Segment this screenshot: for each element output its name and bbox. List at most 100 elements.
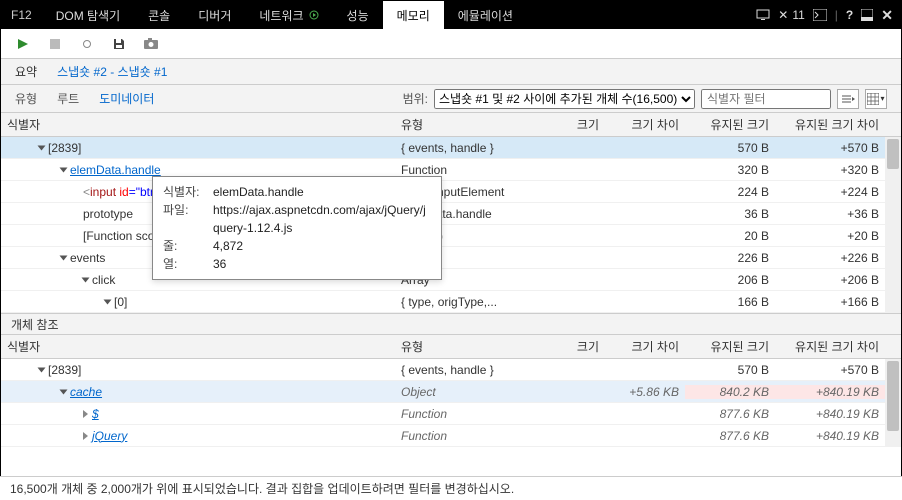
cell-retdiff: +840.19 KB: [775, 385, 885, 399]
table-row[interactable]: [0]{ type, origType,...166 B+166 B: [1, 291, 901, 313]
grid1-body: [2839]{ events, handle }570 B+570 BelemD…: [1, 137, 901, 313]
view-grid-button[interactable]: ▾: [865, 89, 887, 109]
row-label: [Function sco: [83, 229, 154, 243]
cell-type: Function: [395, 429, 535, 443]
root-label[interactable]: 루트: [57, 90, 79, 107]
tab-network[interactable]: 네트워크: [245, 1, 332, 29]
dock-icon[interactable]: [861, 9, 873, 21]
tab-dom-explorer[interactable]: DOM 탐색기: [42, 1, 134, 29]
col-sizediff-2[interactable]: 크기 차이: [605, 338, 685, 355]
view-bar: 유형 루트 도미네이터 범위: 스냅숏 #1 및 #2 사이에 추가된 개체 수…: [1, 85, 901, 113]
tab-performance[interactable]: 성능: [333, 1, 383, 29]
row-label: click: [92, 273, 115, 287]
play-button[interactable]: [15, 36, 31, 52]
cell-retdiff: +36 B: [775, 207, 885, 221]
breadcrumb-link[interactable]: 스냅숏 #2 - 스냅숏 #1: [57, 63, 167, 80]
table-row[interactable]: elemData.handleFunction320 B+320 B: [1, 159, 901, 181]
scrollbar-grid2[interactable]: [885, 359, 901, 447]
col-size[interactable]: 크기: [535, 116, 605, 133]
tt-v2: https://ajax.aspnetcdn.com/ajax/jQuery/j…: [213, 201, 431, 237]
f12-label: F12: [1, 1, 42, 29]
tt-k4: 열:: [163, 255, 213, 273]
devtools-tabs: DOM 탐색기 콘솔 디버거 네트워크 성능 메모리 에뮬레이션: [42, 1, 527, 29]
expand-icon[interactable]: [104, 299, 112, 304]
cell-retsize: 36 B: [685, 207, 775, 221]
col-retsize[interactable]: 유지된 크기: [685, 116, 775, 133]
tt-k3: 줄:: [163, 237, 213, 255]
tt-v3: 4,872: [213, 237, 431, 255]
col-type[interactable]: 유형: [395, 116, 535, 133]
cell-type: { type, origType,...: [395, 295, 535, 309]
table-row[interactable]: cacheObject+5.86 KB840.2 KB+840.19 KB: [1, 381, 901, 403]
table-row[interactable]: [Function sco(Scope)20 B+20 B: [1, 225, 901, 247]
memory-toolbar: [1, 29, 901, 59]
tt-v1: elemData.handle: [213, 183, 431, 201]
col-type-2[interactable]: 유형: [395, 338, 535, 355]
expand-icon[interactable]: [60, 255, 68, 260]
save-button[interactable]: [111, 36, 127, 52]
table-row[interactable]: clickArray206 B+206 B: [1, 269, 901, 291]
scrollbar-grid1[interactable]: [885, 137, 901, 313]
row-label: [2839]: [48, 363, 81, 377]
filter-input[interactable]: [701, 89, 831, 109]
table-row[interactable]: events{ click }226 B+226 B: [1, 247, 901, 269]
tab-memory[interactable]: 메모리: [383, 1, 444, 29]
scope-select[interactable]: 스냅숏 #1 및 #2 사이에 추가된 개체 수(16,500): [434, 89, 695, 109]
col-id[interactable]: 식별자: [1, 116, 395, 133]
expand-icon[interactable]: [83, 410, 88, 418]
cell-retdiff: +320 B: [775, 163, 885, 177]
cell-type: Function: [395, 407, 535, 421]
expand-icon[interactable]: [82, 277, 90, 282]
expand-icon[interactable]: [60, 389, 68, 394]
tooltip: 식별자:elemData.handle 파일:https://ajax.aspn…: [152, 176, 442, 280]
cell-type: { events, handle }: [395, 141, 535, 155]
console-toggle-icon[interactable]: [813, 9, 827, 21]
object-refs-label: 개체 참조: [1, 313, 901, 335]
col-retsize-2[interactable]: 유지된 크기: [685, 338, 775, 355]
summary-label: 요약: [15, 63, 37, 80]
help-icon[interactable]: ?: [846, 8, 853, 22]
grid1-header: 식별자 유형 크기 크기 차이 유지된 크기 유지된 크기 차이: [1, 113, 901, 137]
cell-retsize: 877.6 KB: [685, 407, 775, 421]
error-count[interactable]: ✕ 11: [778, 8, 805, 22]
col-size-2[interactable]: 크기: [535, 338, 605, 355]
expand-icon[interactable]: [60, 167, 68, 172]
dominator-link[interactable]: 도미네이터: [99, 90, 154, 107]
record-button[interactable]: [79, 36, 95, 52]
table-row[interactable]: [2839]{ events, handle }570 B+570 B: [1, 359, 901, 381]
col-sizediff[interactable]: 크기 차이: [605, 116, 685, 133]
col-retdiff-2[interactable]: 유지된 크기 차이: [775, 338, 885, 355]
tab-console[interactable]: 콘솔: [134, 1, 184, 29]
type-label: 유형: [15, 90, 37, 107]
cell-retsize: 570 B: [685, 363, 775, 377]
titlebar: F12 DOM 탐색기 콘솔 디버거 네트워크 성능 메모리 에뮬레이션 ✕ 1…: [1, 1, 901, 29]
camera-button[interactable]: [143, 36, 159, 52]
screen-icon[interactable]: [756, 9, 770, 21]
expand-icon[interactable]: [83, 432, 88, 440]
expand-icon[interactable]: [38, 145, 46, 150]
cell-retdiff: +206 B: [775, 273, 885, 287]
table-row[interactable]: $Function877.6 KB+840.19 KB: [1, 403, 901, 425]
cell-retsize: 224 B: [685, 185, 775, 199]
row-label: cache: [70, 385, 102, 399]
cell-retdiff: +224 B: [775, 185, 885, 199]
tab-debugger[interactable]: 디버거: [184, 1, 245, 29]
expand-icon[interactable]: [38, 367, 46, 372]
grid2-body: [2839]{ events, handle }570 B+570 B cache…: [1, 359, 901, 447]
stop-button[interactable]: [47, 36, 63, 52]
filter-options-button[interactable]: [837, 89, 859, 109]
row-label: elemData.handle: [70, 163, 161, 177]
cell-retdiff: +840.19 KB: [775, 429, 885, 443]
summary-bar: 요약 스냅숏 #2 - 스냅숏 #1: [1, 59, 901, 85]
table-row[interactable]: [2839]{ events, handle }570 B+570 B: [1, 137, 901, 159]
table-row[interactable]: jQueryFunction877.6 KB+840.19 KB: [1, 425, 901, 447]
cell-type: Object: [395, 385, 535, 399]
col-id-2[interactable]: 식별자: [1, 338, 395, 355]
tt-k1: 식별자:: [163, 183, 213, 201]
col-retdiff[interactable]: 유지된 크기 차이: [775, 116, 885, 133]
table-row[interactable]: <input id="btn_420"> elemHTMLInputElemen…: [1, 181, 901, 203]
tab-emulation[interactable]: 에뮬레이션: [444, 1, 527, 29]
close-icon[interactable]: ✕: [881, 7, 893, 24]
row-label: prototype: [83, 207, 133, 221]
table-row[interactable]: prototypeelemData.handle36 B+36 B: [1, 203, 901, 225]
